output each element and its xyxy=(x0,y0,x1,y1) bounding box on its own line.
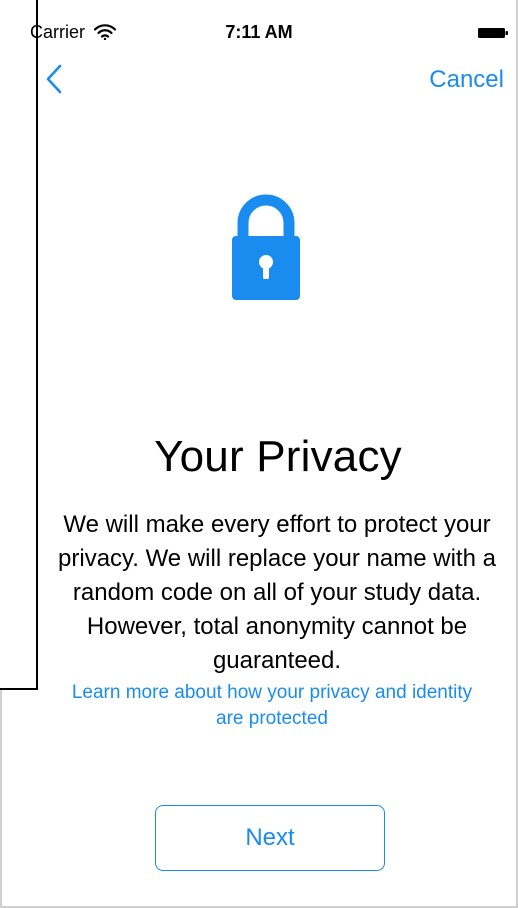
back-button[interactable] xyxy=(44,62,74,98)
battery-icon xyxy=(478,28,508,38)
next-button-label: Next xyxy=(245,824,295,851)
overlay-box-bottom-edge xyxy=(0,688,38,690)
status-bar: Carrier 7:11 AM xyxy=(0,0,518,60)
learn-more-link[interactable]: Learn more about how your privacy and id… xyxy=(70,680,474,732)
status-time: 7:11 AM xyxy=(225,22,293,42)
overlay-box-right-edge xyxy=(36,0,38,690)
privacy-description: We will make every effort to protect you… xyxy=(58,511,496,674)
next-button[interactable]: Next xyxy=(155,805,385,871)
page-title: Your Privacy xyxy=(154,432,402,481)
lock-icon xyxy=(232,194,300,300)
cancel-button[interactable]: Cancel xyxy=(429,66,504,94)
chevron-left-icon xyxy=(46,64,62,94)
device-frame-left xyxy=(0,690,2,908)
